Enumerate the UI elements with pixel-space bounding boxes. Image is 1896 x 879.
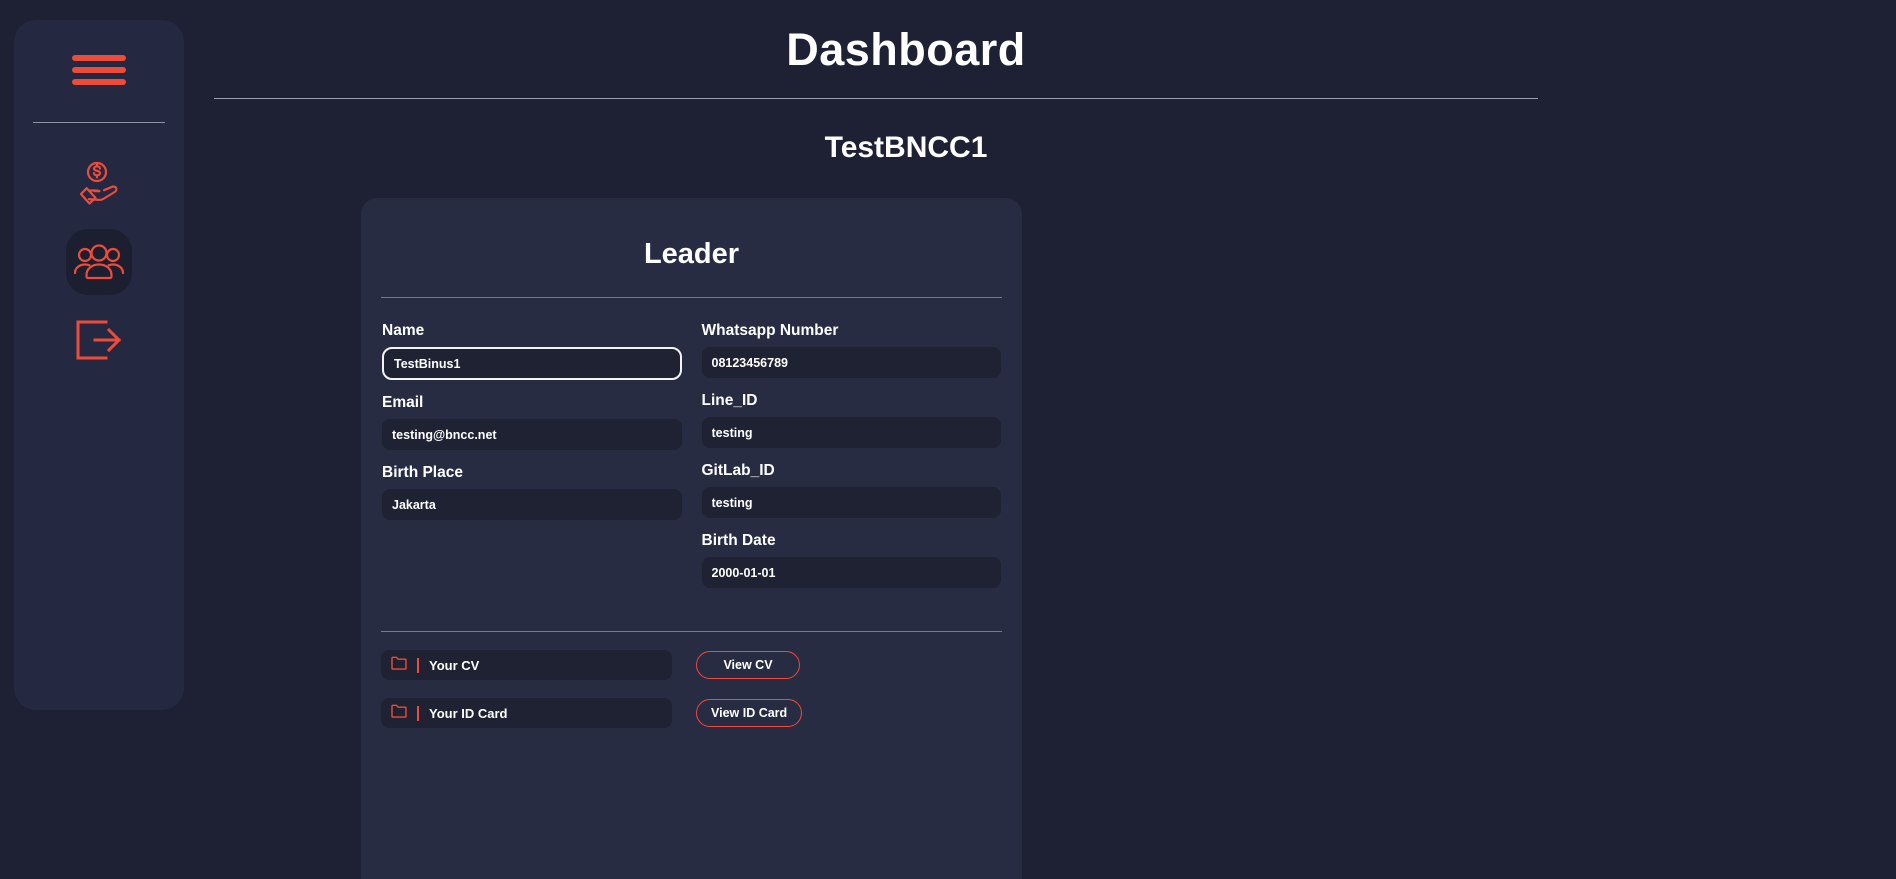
gitlab-id-input[interactable] — [701, 487, 1001, 518]
hand-holding-dollar-icon — [73, 160, 125, 208]
page-title: Dashboard — [786, 24, 1026, 75]
form-column-left: Name Email Birth Place — [382, 322, 682, 607]
file-separator — [417, 705, 419, 721]
file-row: Your ID Card View ID Card — [381, 698, 1002, 728]
id-card-file-label: Your ID Card — [429, 705, 508, 721]
birth-date-input[interactable] — [701, 557, 1001, 588]
user-name: TestBNCC1 — [824, 131, 988, 164]
file-separator — [417, 657, 419, 673]
sidebar — [14, 20, 184, 710]
form-column-right: Whatsapp Number Line_ID GitLab_ID Birth … — [701, 322, 1001, 607]
file-row: Your CV View CV — [381, 650, 1002, 680]
field-label-name: Name — [382, 322, 425, 339]
hamburger-bar — [72, 55, 126, 61]
cv-file-box[interactable]: Your CV — [381, 650, 672, 680]
field-label-birth-place: Birth Place — [382, 464, 463, 481]
card-title-divider — [381, 297, 1002, 298]
card-title: Leader — [643, 238, 740, 270]
hamburger-bar — [72, 67, 126, 73]
hamburger-bar — [72, 79, 126, 85]
header-divider — [214, 98, 1538, 99]
field-label-line-id: Line_ID — [701, 392, 758, 409]
view-id-card-button[interactable]: View ID Card — [696, 699, 803, 727]
sidebar-item-donation[interactable] — [66, 151, 132, 217]
field-label-whatsapp-number: Whatsapp Number — [701, 322, 839, 339]
folder-icon — [391, 656, 407, 675]
field-label-birth-date: Birth Date — [701, 532, 776, 549]
view-cv-button[interactable]: View CV — [696, 651, 800, 679]
hamburger-menu-icon[interactable] — [72, 50, 126, 90]
sidebar-divider — [33, 122, 165, 123]
folder-icon — [391, 704, 407, 723]
id-card-file-box[interactable]: Your ID Card — [381, 698, 672, 728]
profile-form: Name Email Birth Place Whatsapp Number L… — [381, 322, 1002, 607]
users-group-icon — [73, 242, 125, 282]
files-divider — [381, 631, 1002, 632]
profile-card: Leader Name Email Birth Place Whatsapp N… — [361, 198, 1022, 879]
email-input[interactable] — [382, 419, 682, 450]
field-label-email: Email — [382, 394, 424, 411]
field-label-gitlab-id: GitLab_ID — [701, 462, 775, 479]
form-spacer — [382, 534, 682, 607]
sidebar-item-members[interactable] — [66, 229, 132, 295]
cv-file-label: Your CV — [429, 657, 480, 673]
birth-place-input[interactable] — [382, 489, 682, 520]
name-input[interactable] — [382, 347, 682, 380]
logout-icon — [73, 316, 125, 364]
whatsapp-number-input[interactable] — [701, 347, 1001, 378]
line-id-input[interactable] — [701, 417, 1001, 448]
dashboard-page: Dashboard TestBNCC1 Leader Name Email Bi… — [0, 0, 1896, 879]
sidebar-item-logout[interactable] — [66, 307, 132, 373]
